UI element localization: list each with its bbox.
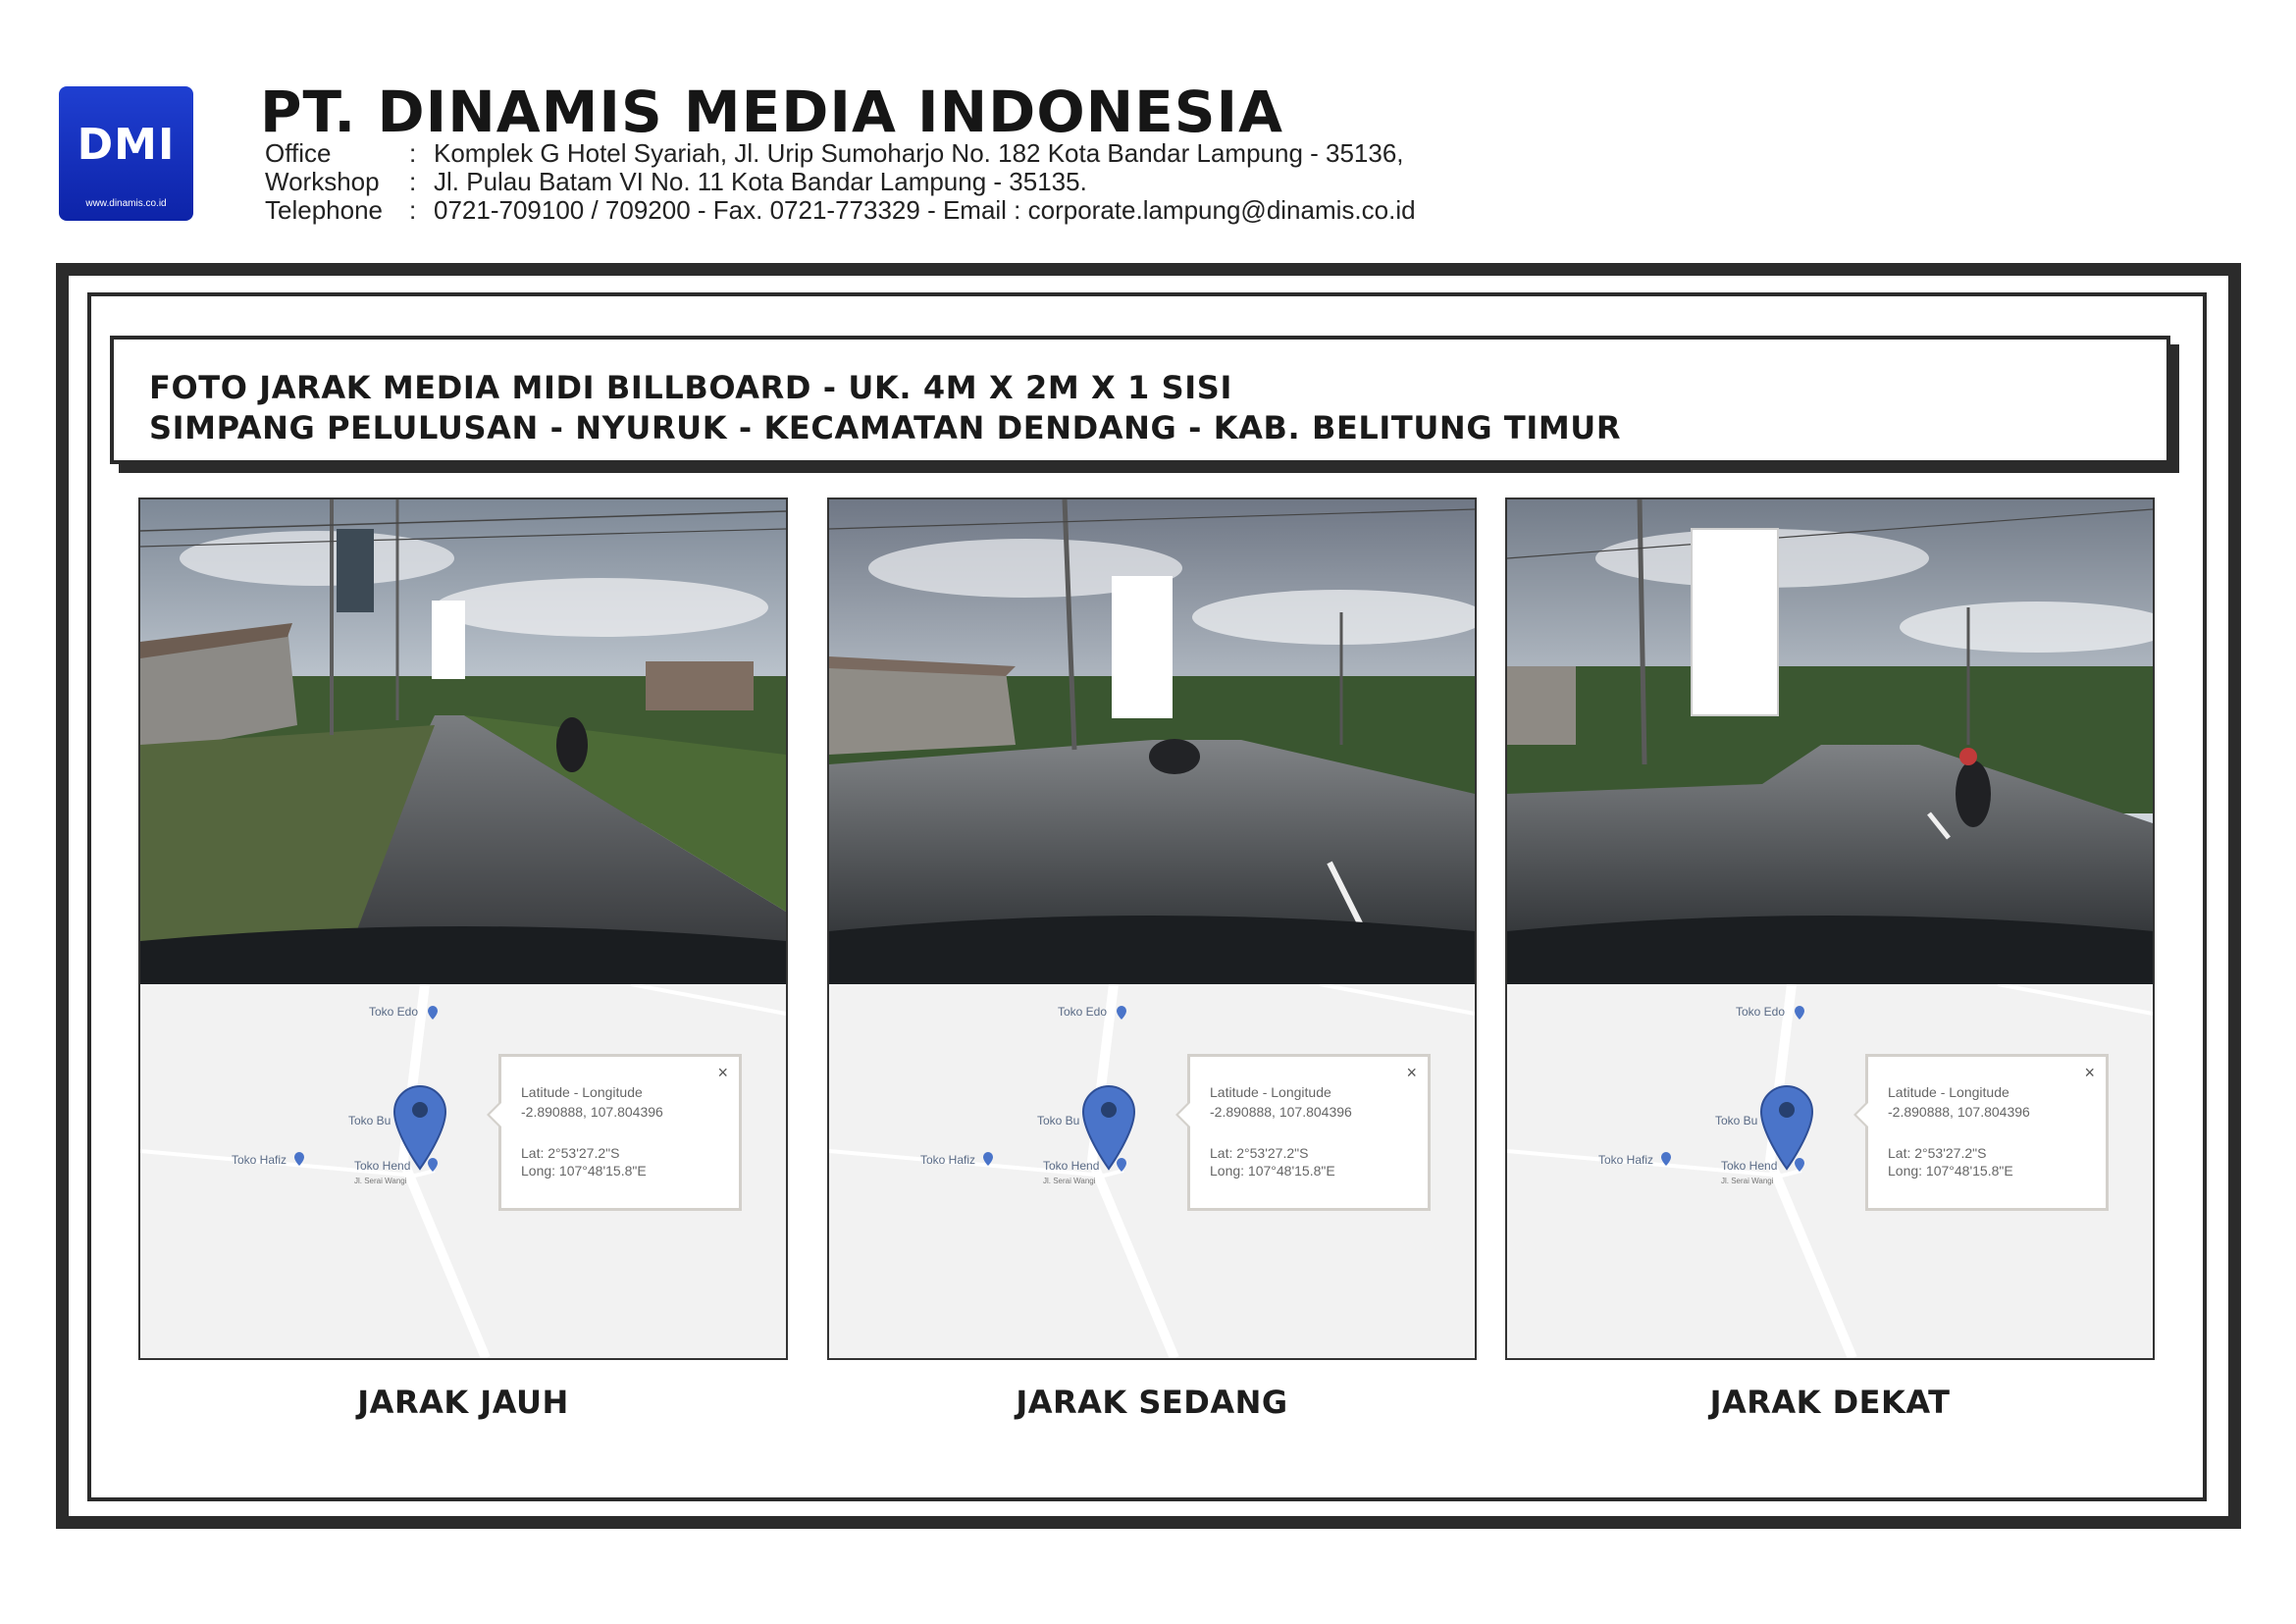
company-logo: DMI www.dinamis.co.id: [59, 86, 193, 221]
contact-row-telephone: Telephone : 0721-709100 / 709200 - Fax. …: [265, 196, 1416, 225]
popup-title: Latitude - Longitude: [1888, 1084, 2009, 1100]
popup-title: Latitude - Longitude: [1210, 1084, 1331, 1100]
workshop-address: Jl. Pulau Batam VI No. 11 Kota Bandar La…: [434, 167, 1087, 196]
close-icon[interactable]: ×: [717, 1063, 728, 1083]
panel-far: Toko Edo Toko Bu Toko Hafiz Toko Hend Jl…: [138, 498, 788, 1360]
place-pin-icon: [983, 1152, 993, 1166]
place-pin-icon: [1117, 1006, 1126, 1020]
close-icon[interactable]: ×: [1406, 1063, 1417, 1083]
map-place-top: Toko Edo: [1058, 1005, 1108, 1019]
popup-longitude: Long: 107°48'15.8"E: [1888, 1163, 2013, 1179]
map-street: Jl. Serai Wangi: [1721, 1177, 1774, 1185]
map-place-middle: Toko Bu: [1715, 1114, 1758, 1127]
telephone-separator: :: [409, 195, 417, 225]
workshop-label: Workshop: [265, 167, 380, 196]
title-box: FOTO JARAK MEDIA MIDI BILLBOARD - UK. 4M…: [110, 336, 2170, 464]
telephone-details: 0721-709100 / 709200 - Fax. 0721-773329 …: [434, 195, 1416, 225]
map-place-left: Toko Hafiz: [232, 1153, 287, 1167]
popup-coordinates: -2.890888, 107.804396: [1210, 1104, 1352, 1120]
close-icon[interactable]: ×: [2084, 1063, 2095, 1083]
map-place-top: Toko Edo: [1736, 1005, 1786, 1019]
workshop-separator: :: [409, 167, 417, 196]
location-marker-icon: [392, 1084, 447, 1171]
telephone-label: Telephone: [265, 195, 383, 225]
popup-longitude: Long: 107°48'15.8"E: [521, 1163, 647, 1179]
place-pin-icon: [428, 1006, 438, 1020]
coordinate-popup: × Latitude - Longitude -2.890888, 107.80…: [1853, 1054, 2109, 1211]
office-address: Komplek G Hotel Syariah, Jl. Urip Sumoha…: [434, 138, 1404, 168]
photo-far: [140, 499, 786, 984]
photo-medium: [829, 499, 1475, 984]
contact-block: Office : Komplek G Hotel Syariah, Jl. Ur…: [265, 139, 1416, 225]
logo-url: www.dinamis.co.id: [85, 198, 167, 209]
office-separator: :: [409, 138, 417, 168]
contact-row-office: Office : Komplek G Hotel Syariah, Jl. Ur…: [265, 139, 1416, 168]
location-marker-icon: [1081, 1084, 1136, 1171]
title-location: SIMPANG PELULUSAN - NYURUK - KECAMATAN D…: [149, 409, 1622, 446]
popup-latitude: Lat: 2°53'27.2"S: [521, 1145, 620, 1161]
popup-title: Latitude - Longitude: [521, 1084, 643, 1100]
caption-medium: JARAK SEDANG: [1016, 1384, 1288, 1421]
popup-latitude: Lat: 2°53'27.2"S: [1888, 1145, 1987, 1161]
popup-longitude: Long: 107°48'15.8"E: [1210, 1163, 1335, 1179]
map-place-left: Toko Hafiz: [1598, 1153, 1654, 1167]
popup-coordinates: -2.890888, 107.804396: [1888, 1104, 2030, 1120]
map-street: Jl. Serai Wangi: [1043, 1177, 1096, 1185]
place-pin-icon: [1795, 1006, 1804, 1020]
panel-near: Toko Edo Toko Bu Toko Hafiz Toko Hend Jl…: [1505, 498, 2155, 1360]
company-name: PT. DINAMIS MEDIA INDONESIA: [260, 79, 1284, 145]
photo-near: [1507, 499, 2153, 984]
popup-coordinates: -2.890888, 107.804396: [521, 1104, 663, 1120]
caption-near: JARAK DEKAT: [1709, 1384, 1951, 1421]
popup-latitude: Lat: 2°53'27.2"S: [1210, 1145, 1309, 1161]
place-pin-icon: [294, 1152, 304, 1166]
coordinate-popup: × Latitude - Longitude -2.890888, 107.80…: [1175, 1054, 1431, 1211]
location-marker-icon: [1759, 1084, 1814, 1171]
logo-text: DMI: [77, 120, 176, 170]
title-media: FOTO JARAK MEDIA MIDI BILLBOARD - UK. 4M…: [149, 369, 1232, 406]
map-place-middle: Toko Bu: [1037, 1114, 1080, 1127]
contact-row-workshop: Workshop : Jl. Pulau Batam VI No. 11 Kot…: [265, 168, 1416, 196]
coordinate-popup: × Latitude - Longitude -2.890888, 107.80…: [487, 1054, 742, 1211]
panel-medium: Toko Edo Toko Bu Toko Hafiz Toko Hend Jl…: [827, 498, 1477, 1360]
map-place-top: Toko Edo: [369, 1005, 419, 1019]
map-place-left: Toko Hafiz: [920, 1153, 976, 1167]
caption-far: JARAK JAUH: [357, 1384, 569, 1421]
place-pin-icon: [1661, 1152, 1671, 1166]
office-label: Office: [265, 138, 332, 168]
map-place-middle: Toko Bu: [348, 1114, 391, 1127]
map-street: Jl. Serai Wangi: [354, 1177, 407, 1185]
